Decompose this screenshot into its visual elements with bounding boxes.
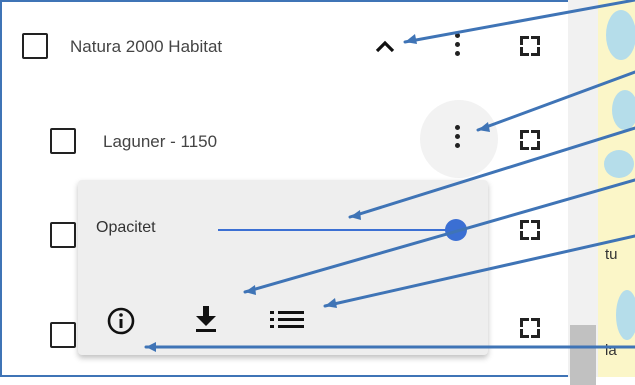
callout-line [403,0,635,44]
annotation-callouts [144,0,635,352]
